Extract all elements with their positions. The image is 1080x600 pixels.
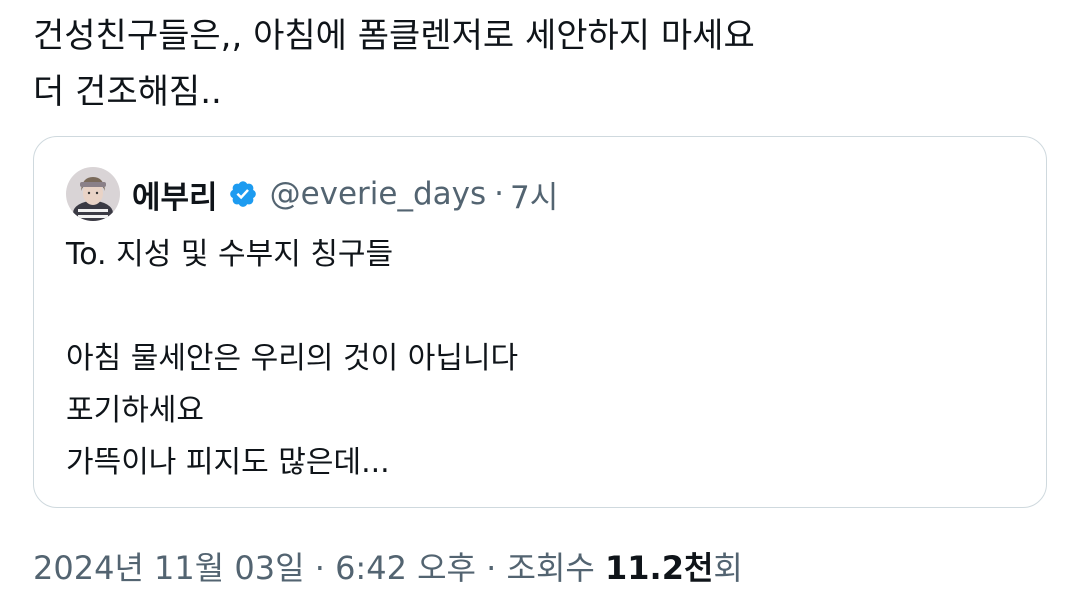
views-count[interactable]: 11.2천: [605, 549, 713, 587]
quoted-tweet-header: 에부리 @everie_days · 7시: [66, 166, 558, 222]
tweet-text-line-1: 건성친구들은,, 아침에 폼클렌저로 세안하지 마세요: [33, 16, 755, 56]
verified-badge-icon: [228, 179, 258, 209]
tweet-date[interactable]: 2024년 11월 03일: [33, 549, 305, 587]
quoted-tweet-text: To. 지성 및 수부지 칭구들 아침 물세안은 우리의 것이 아닙니다 포기하…: [66, 229, 1006, 489]
tweet-meta: 2024년 11월 03일 · 6:42 오후 · 조회수 11.2천회: [33, 544, 743, 592]
avatar[interactable]: [66, 167, 120, 221]
tweet-text-line-2: 더 건조해짐..: [33, 72, 222, 112]
header-separator: ·: [494, 176, 505, 212]
quoted-text-line: [66, 281, 1006, 333]
tweet-time[interactable]: 6:42 오후: [335, 549, 476, 587]
views-label: 조회수: [506, 549, 605, 587]
quoted-text-line: 아침 물세안은 우리의 것이 아닙니다: [66, 341, 519, 376]
quoted-tweet-card[interactable]: 에부리 @everie_days · 7시 To. 지성 및 수부지 칭구들 아…: [33, 136, 1047, 508]
author-handle[interactable]: @everie_days: [270, 176, 487, 212]
quoted-text-line: 포기하세요: [66, 393, 204, 428]
quoted-text-line: 가뜩이나 피지도 많은데...: [66, 445, 390, 480]
views-suffix: 회: [713, 549, 743, 587]
tweet-text: 건성친구들은,, 아침에 폼클렌저로 세안하지 마세요 더 건조해짐..: [33, 8, 1043, 120]
quoted-tweet-time[interactable]: 7시: [510, 172, 558, 217]
author-display-name[interactable]: 에부리: [132, 172, 218, 217]
meta-separator: ·: [304, 549, 336, 587]
meta-separator: ·: [475, 549, 507, 587]
quoted-text-line: To. 지성 및 수부지 칭구들: [66, 237, 394, 272]
